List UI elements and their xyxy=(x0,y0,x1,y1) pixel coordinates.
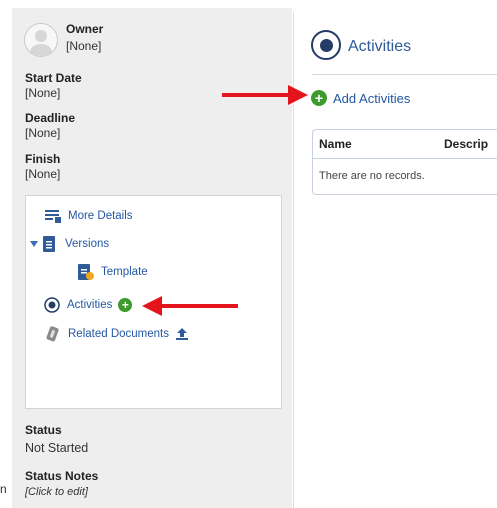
nav-label-activities: Activities xyxy=(67,299,113,311)
owner-value[interactable]: [None] xyxy=(66,39,101,53)
status-value: Not Started xyxy=(25,441,89,455)
stray-text: n xyxy=(0,482,7,496)
owner-label: Owner xyxy=(66,22,104,36)
template-icon xyxy=(78,264,94,280)
deadline-value[interactable]: [None] xyxy=(25,126,60,140)
activities-panel: Activities + Add Activities Name Descrip… xyxy=(293,12,497,508)
details-icon xyxy=(45,208,61,224)
nav-label-template: Template xyxy=(101,266,148,278)
paperclip-icon xyxy=(45,326,61,342)
nav-label-related-documents: Related Documents xyxy=(68,328,169,340)
add-icon: + xyxy=(311,90,327,106)
column-header-name[interactable]: Name xyxy=(319,137,352,151)
left-panel: Owner [None] Start Date [None] Deadline … xyxy=(12,8,292,508)
add-icon[interactable]: + xyxy=(118,298,133,312)
activities-table: Name Descrip There are no records. xyxy=(312,129,497,195)
divider xyxy=(312,74,497,75)
start-date-value[interactable]: [None] xyxy=(25,86,60,100)
status-notes-value[interactable]: [Click to edit] xyxy=(25,486,88,498)
activities-radio-icon xyxy=(311,30,341,60)
avatar-icon[interactable] xyxy=(24,23,58,57)
document-icon xyxy=(42,236,58,252)
start-date-label: Start Date xyxy=(25,71,82,85)
status-label: Status xyxy=(25,423,62,437)
finish-label: Finish xyxy=(25,152,61,166)
add-activities-button[interactable]: + Add Activities xyxy=(311,90,410,106)
activities-title: Activities xyxy=(348,38,412,55)
column-header-description[interactable]: Descrip xyxy=(444,137,488,151)
nav-item-template[interactable]: Template xyxy=(78,264,148,280)
nav-item-related-documents[interactable]: Related Documents xyxy=(45,326,189,342)
table-header: Name Descrip xyxy=(313,130,497,159)
upload-icon[interactable] xyxy=(175,327,189,341)
status-notes-label: Status Notes xyxy=(25,469,99,483)
add-activities-label: Add Activities xyxy=(333,90,411,106)
nav-item-more-details[interactable]: More Details xyxy=(45,208,133,224)
finish-value[interactable]: [None] xyxy=(25,167,60,181)
arrow-annotation xyxy=(142,296,238,316)
arrow-annotation xyxy=(222,85,308,105)
nav-label-versions: Versions xyxy=(65,238,110,250)
empty-records-text: There are no records. xyxy=(319,170,425,182)
deadline-label: Deadline xyxy=(25,111,76,125)
nav-item-activities[interactable]: Activities + xyxy=(44,297,133,313)
radio-selected-icon xyxy=(44,297,60,313)
nav-item-versions[interactable]: Versions xyxy=(30,236,109,252)
nav-label-more-details: More Details xyxy=(68,210,133,222)
expand-triangle-icon[interactable] xyxy=(30,241,38,247)
